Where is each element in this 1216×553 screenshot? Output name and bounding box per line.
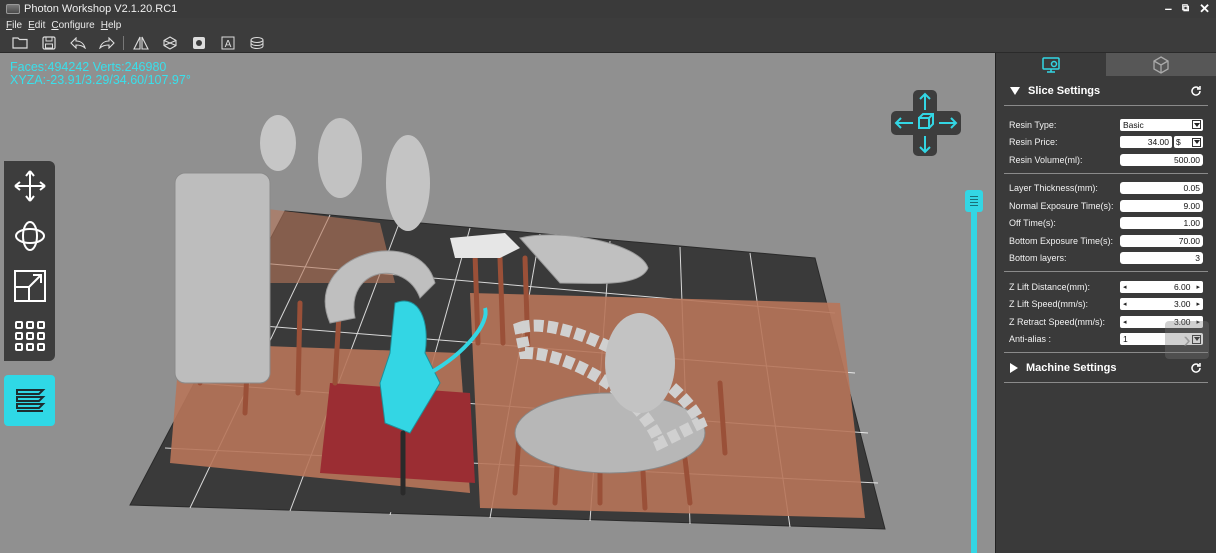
anti-alias-label: Anti-alias : (1009, 334, 1052, 345)
off-time-input[interactable]: 1.00 (1120, 217, 1203, 230)
expanded-arrow-icon (1010, 86, 1020, 95)
layout-grid-icon[interactable] (4, 311, 55, 361)
z-lift-speed-value[interactable]: 3.00 (1127, 299, 1197, 309)
z-lift-speed-stepper[interactable]: ◂ 3.00 ▸ (1120, 298, 1203, 311)
scale-icon[interactable] (4, 261, 55, 311)
toolbar-divider (123, 35, 124, 50)
toolbar: A (0, 33, 1216, 53)
anti-alias-value: 1 (1123, 334, 1128, 345)
rotate-icon[interactable] (4, 211, 55, 261)
z-lift-speed-label: Z Lift Speed(mm/s): (1009, 299, 1089, 310)
save-icon[interactable] (34, 34, 63, 52)
redo-icon[interactable] (92, 34, 121, 52)
collapsed-arrow-icon (1010, 362, 1018, 373)
z-lift-distance-value[interactable]: 6.00 (1127, 282, 1197, 292)
resin-type-select[interactable]: Basic (1120, 118, 1203, 131)
normal-exposure-input[interactable]: 9.00 (1120, 199, 1203, 212)
z-lift-speed-row: Z Lift Speed(mm/s): ◂ 3.00 ▸ (1004, 296, 1208, 314)
layer-slider-handle[interactable] (965, 190, 983, 212)
exposure-group: Layer Thickness(mm): 0.05 Normal Exposur… (1004, 174, 1208, 272)
machine-settings-title: Machine Settings (1026, 361, 1117, 374)
resin-type-row: Resin Type: Basic (1004, 116, 1208, 134)
view-navigator[interactable] (891, 90, 961, 156)
machine-tab-icon[interactable] (1106, 53, 1216, 76)
reset-icon[interactable] (1190, 85, 1202, 97)
close-icon[interactable]: ✕ (1199, 1, 1210, 17)
restore-icon[interactable]: ⧉ (1182, 1, 1189, 17)
resin-price-label: Resin Price: (1009, 137, 1058, 148)
model-stats: Faces:494242 Verts:246980 XYZA:-23.91/3.… (10, 61, 191, 87)
menu-edit[interactable]: Edit (28, 20, 45, 31)
resin-volume-label: Resin Volume(ml): (1009, 154, 1083, 165)
text-icon[interactable]: A (213, 34, 242, 52)
chevron-down-icon[interactable] (1192, 120, 1201, 130)
move-icon[interactable] (4, 161, 55, 211)
bottom-exposure-input[interactable]: 70.00 (1120, 234, 1203, 247)
z-lift-distance-stepper[interactable]: ◂ 6.00 ▸ (1120, 280, 1203, 293)
bottom-layers-row: Bottom layers: 3 (1004, 250, 1208, 268)
resin-price-input[interactable]: 34.00 (1120, 136, 1172, 149)
menu-file[interactable]: File (6, 20, 22, 31)
mirror-icon[interactable] (126, 34, 155, 52)
bottom-layers-label: Bottom layers: (1009, 253, 1067, 264)
resin-type-label: Resin Type: (1009, 119, 1057, 130)
increment-icon[interactable]: ▸ (1196, 300, 1200, 308)
xyza-readout: XYZA:-23.91/3.29/34.60/107.97° (10, 73, 191, 87)
title-bar: Photon Workshop V2.1.20.RC1 – ⧉ ✕ (0, 0, 1216, 18)
scene-render (129, 115, 886, 530)
menu-configure[interactable]: Configure (51, 20, 94, 31)
resin-volume-row: Resin Volume(ml): 500.00 (1004, 151, 1208, 169)
off-time-label: Off Time(s): (1009, 218, 1056, 229)
increment-icon[interactable]: ▸ (1196, 283, 1200, 291)
layer-thickness-row: Layer Thickness(mm): 0.05 (1004, 180, 1208, 198)
layer-slider-track[interactable] (971, 193, 977, 553)
svg-text:A: A (224, 39, 231, 50)
z-lift-distance-label: Z Lift Distance(mm): (1009, 281, 1091, 292)
resin-group: Resin Type: Basic Resin Price: 34.00 $ R… (1004, 106, 1208, 174)
layer-thickness-input[interactable]: 0.05 (1120, 182, 1203, 195)
bottom-layers-input[interactable]: 3 (1120, 252, 1203, 265)
undo-icon[interactable] (63, 34, 92, 52)
slice-cube-icon[interactable] (242, 34, 271, 52)
layer-thickness-label: Layer Thickness(mm): (1009, 183, 1098, 194)
normal-exposure-row: Normal Exposure Time(s): 9.00 (1004, 197, 1208, 215)
menu-bar: File Edit Configure Help (0, 18, 1216, 33)
currency-value: $ (1176, 137, 1181, 148)
open-file-icon[interactable] (5, 34, 34, 52)
chevron-right-icon[interactable]: › (1165, 321, 1209, 359)
hollow-icon[interactable] (155, 34, 184, 52)
bottom-exposure-label: Bottom Exposure Time(s): (1009, 235, 1114, 246)
left-toolbox (4, 161, 55, 361)
app-logo-icon (6, 4, 20, 14)
resin-price-row: Resin Price: 34.00 $ (1004, 134, 1208, 152)
settings-panel: Slice Settings Resin Type: Basic Resin P… (995, 53, 1216, 553)
bottom-exposure-row: Bottom Exposure Time(s): 70.00 (1004, 232, 1208, 250)
resin-volume-input[interactable]: 500.00 (1120, 153, 1203, 166)
reset-icon[interactable] (1190, 362, 1202, 374)
slice-settings-title: Slice Settings (1028, 84, 1101, 97)
normal-exposure-label: Normal Exposure Time(s): (1009, 200, 1114, 211)
menu-help[interactable]: Help (101, 20, 122, 31)
chevron-down-icon[interactable] (1192, 137, 1201, 147)
z-retract-speed-label: Z Retract Speed(mm/s): (1009, 316, 1106, 327)
z-lift-distance-row: Z Lift Distance(mm): ◂ 6.00 ▸ (1004, 278, 1208, 296)
punch-hole-icon[interactable] (184, 34, 213, 52)
slice-settings-header[interactable]: Slice Settings (1004, 76, 1208, 106)
minimize-icon[interactable]: – (1165, 1, 1172, 17)
3d-viewport[interactable]: Faces:494242 Verts:246980 XYZA:-23.91/3.… (0, 53, 995, 553)
window-title: Photon Workshop V2.1.20.RC1 (24, 3, 178, 15)
resin-type-value: Basic (1123, 119, 1144, 130)
layers-icon[interactable] (4, 375, 55, 426)
off-time-row: Off Time(s): 1.00 (1004, 215, 1208, 233)
currency-select[interactable]: $ (1174, 136, 1203, 149)
slice-settings-tab-icon[interactable] (996, 53, 1106, 76)
